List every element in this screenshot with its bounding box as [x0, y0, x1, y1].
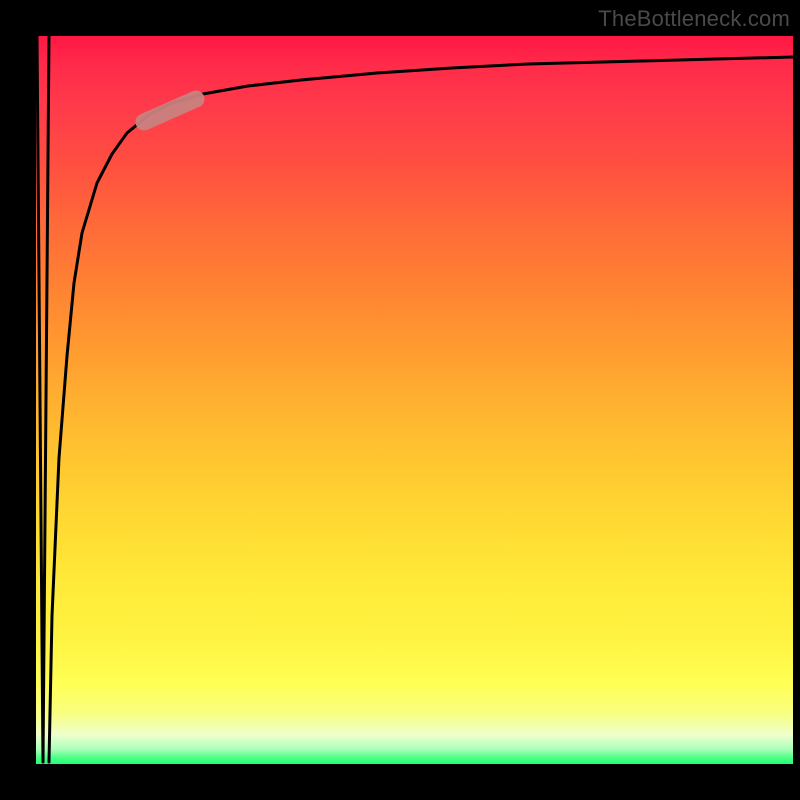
curve-layer: [36, 36, 793, 764]
watermark-text: TheBottleneck.com: [598, 6, 790, 32]
main-curve-path: [49, 57, 793, 762]
chart-canvas: TheBottleneck.com: [0, 0, 800, 800]
plot-area: [36, 36, 793, 764]
highlight-segment: [144, 99, 196, 122]
spike-path: [37, 36, 49, 762]
